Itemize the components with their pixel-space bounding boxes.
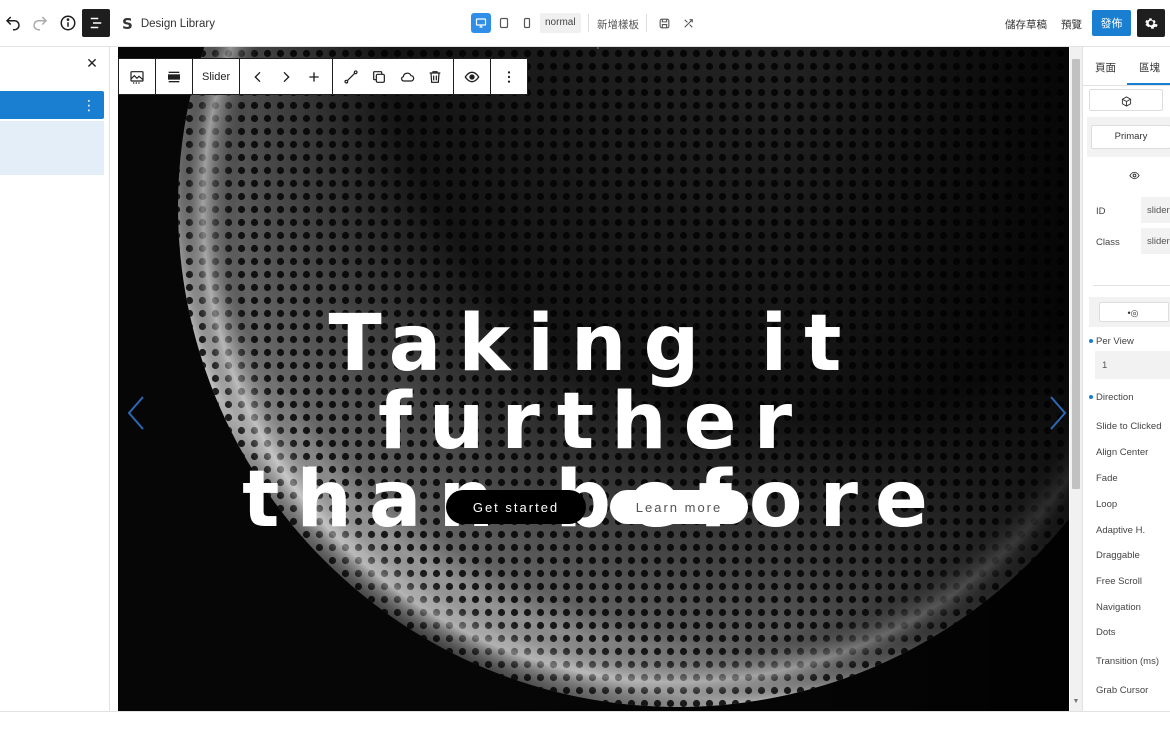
per-view-label: Per View xyxy=(1096,336,1134,347)
trash-icon[interactable] xyxy=(421,63,449,91)
mobile-icon[interactable] xyxy=(517,13,537,33)
class-input[interactable]: slider xyxy=(1141,228,1170,254)
top-toolbar: S Design Library normal 新增樣板 儲存草稿 預覽 發佈 xyxy=(0,0,1170,47)
block-type-selector[interactable] xyxy=(1089,89,1163,111)
modified-indicator xyxy=(1089,339,1093,343)
cube-icon xyxy=(1120,95,1132,107)
device-mode-select[interactable]: normal xyxy=(540,13,581,33)
list-item-selected[interactable]: ⋮ xyxy=(0,91,104,119)
id-label: ID xyxy=(1096,206,1106,217)
align-group xyxy=(156,59,193,94)
breakpoint-dot-icon: •◎ xyxy=(1127,307,1139,318)
list-item-child[interactable] xyxy=(0,121,104,175)
option-loop[interactable]: Loop xyxy=(1096,499,1117,510)
add-block-icon[interactable]: + xyxy=(592,47,604,53)
list-view-panel: ✕ ⋮ xyxy=(0,47,110,711)
id-value: slider xyxy=(1147,205,1170,216)
link-path-icon[interactable] xyxy=(337,63,365,91)
per-view-value: 1 xyxy=(1102,360,1108,371)
breakpoint-toggle[interactable]: •◎ xyxy=(1099,302,1169,322)
undo-icon[interactable] xyxy=(0,10,26,36)
brand-logo: S xyxy=(122,15,133,33)
visibility-eye-icon[interactable] xyxy=(1127,168,1141,182)
visibility-group xyxy=(454,59,492,94)
image-icon[interactable] xyxy=(123,63,151,91)
chevron-right-icon[interactable] xyxy=(272,63,300,91)
save-draft-button[interactable]: 儲存草稿 xyxy=(1005,17,1047,32)
divider xyxy=(1093,285,1170,286)
canvas-scrollbar[interactable]: ▼ xyxy=(1070,47,1082,711)
option-free-scroll[interactable]: Free Scroll xyxy=(1096,576,1142,587)
slide-nav-group xyxy=(240,59,334,94)
info-icon[interactable] xyxy=(55,10,81,36)
per-view-input[interactable]: 1 xyxy=(1095,351,1170,379)
list-view-icon[interactable] xyxy=(82,9,110,37)
divider xyxy=(0,711,1170,712)
option-navigation[interactable]: Navigation xyxy=(1096,602,1141,613)
redo-icon[interactable] xyxy=(27,10,53,36)
style-primary-button[interactable]: Primary xyxy=(1091,125,1170,149)
brand-name[interactable]: Design Library xyxy=(141,18,215,30)
publish-button[interactable]: 發佈 xyxy=(1092,10,1131,36)
block-name-label[interactable]: Slider xyxy=(197,71,235,83)
divider xyxy=(588,14,589,32)
scrollbar-thumb[interactable] xyxy=(1072,59,1080,489)
block-type-group xyxy=(119,59,156,94)
class-label: Class xyxy=(1096,237,1120,248)
align-full-icon[interactable] xyxy=(160,63,188,91)
settings-sidebar: 頁面 區塊 Primary ID slider Class slider •◎ … xyxy=(1082,47,1170,711)
editor-canvas: + Taking it further than before Get star… xyxy=(118,47,1069,711)
slider-prev-arrow-icon[interactable] xyxy=(126,395,146,431)
settings-gear-icon[interactable] xyxy=(1137,9,1165,37)
cloud-save-icon[interactable] xyxy=(393,63,421,91)
scroll-down-icon[interactable]: ▼ xyxy=(1072,698,1080,706)
option-fade[interactable]: Fade xyxy=(1096,473,1118,484)
eye-icon[interactable] xyxy=(458,63,486,91)
modified-indicator xyxy=(1089,395,1093,399)
hero-title: Taking it further than before xyxy=(118,305,1069,539)
tab-block[interactable]: 區塊 xyxy=(1139,60,1160,75)
tools-icon[interactable] xyxy=(679,14,697,32)
divider xyxy=(646,14,647,32)
more-vertical-icon[interactable] xyxy=(495,63,523,91)
add-slide-icon[interactable] xyxy=(300,63,328,91)
desktop-icon[interactable] xyxy=(471,13,491,33)
class-value: slider xyxy=(1147,236,1170,247)
more-options-icon[interactable]: ⋮ xyxy=(82,97,96,113)
duplicate-icon[interactable] xyxy=(365,63,393,91)
option-draggable[interactable]: Draggable xyxy=(1096,550,1140,561)
add-template-button[interactable]: 新增樣板 xyxy=(597,17,639,32)
slider-next-arrow-icon[interactable] xyxy=(1048,395,1068,431)
learn-more-button[interactable]: Learn more xyxy=(610,490,748,524)
option-grab-cursor[interactable]: Grab Cursor xyxy=(1096,685,1148,696)
close-icon[interactable]: ✕ xyxy=(84,55,100,71)
preview-button[interactable]: 預覽 xyxy=(1061,17,1082,32)
id-input[interactable]: slider xyxy=(1141,197,1170,223)
tab-page[interactable]: 頁面 xyxy=(1095,60,1116,75)
option-slide-to-clicked[interactable]: Slide to Clicked xyxy=(1096,421,1161,432)
option-align-center[interactable]: Align Center xyxy=(1096,447,1148,458)
block-actions-group xyxy=(333,59,455,94)
option-adaptive-height[interactable]: Adaptive H. xyxy=(1096,525,1145,536)
hero-title-line1: Taking it further xyxy=(328,299,859,467)
save-template-icon[interactable] xyxy=(655,14,673,32)
option-dots[interactable]: Dots xyxy=(1096,627,1116,638)
block-toolbar: Slider xyxy=(118,58,529,95)
brand: S Design Library xyxy=(122,15,215,33)
hero-title-line2: than before xyxy=(242,455,945,545)
more-group xyxy=(491,59,527,94)
get-started-button[interactable]: Get started xyxy=(446,490,586,524)
divider xyxy=(1083,85,1170,86)
option-direction[interactable]: Direction xyxy=(1096,392,1134,403)
slider-name-group: Slider xyxy=(193,59,241,94)
chevron-left-icon[interactable] xyxy=(244,63,272,91)
option-transition-ms[interactable]: Transition (ms) xyxy=(1096,656,1159,667)
tablet-icon[interactable] xyxy=(494,13,514,33)
